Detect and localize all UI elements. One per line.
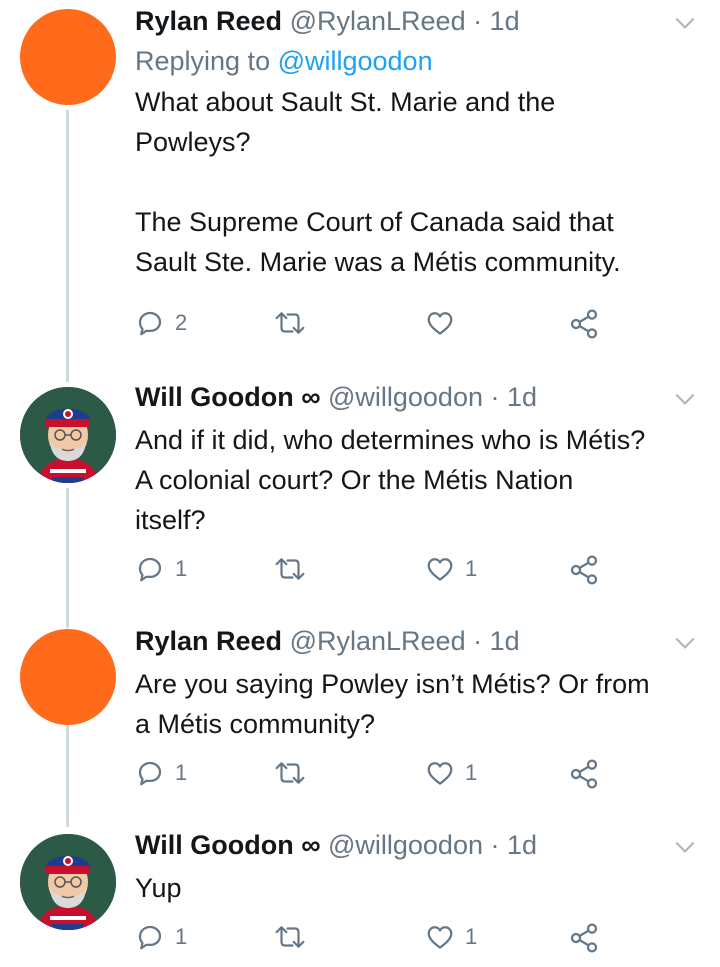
tweet-header: Will Goodon ∞ @willgoodon · 1d <box>135 828 700 862</box>
share-icon <box>570 923 598 953</box>
retweet-icon <box>275 926 305 948</box>
reply-count: 1 <box>175 924 188 949</box>
like-count: 1 <box>465 556 478 581</box>
chevron-down-icon[interactable] <box>672 834 698 860</box>
like-icon <box>427 926 453 949</box>
retweet-button[interactable] <box>273 758 317 788</box>
bitmoji-avatar-image <box>20 834 116 930</box>
retweet-icon <box>275 558 305 580</box>
tweet-header: Rylan Reed @RylanLReed · 1d <box>135 4 700 38</box>
like-button[interactable] <box>425 308 465 338</box>
like-icon <box>427 312 453 335</box>
timestamp[interactable]: 1d <box>507 382 537 412</box>
author-name[interactable]: Rylan Reed <box>135 6 282 36</box>
author-handle[interactable]: @willgoodon <box>328 382 483 412</box>
tweet-actions: 1 1 <box>135 554 605 594</box>
avatar[interactable] <box>20 834 116 930</box>
tweet-actions: 1 1 <box>135 922 605 962</box>
reply-count: 1 <box>175 760 188 785</box>
tweet-actions: 1 1 <box>135 758 605 798</box>
like-button[interactable]: 1 <box>425 922 477 952</box>
reply-icon <box>138 557 162 582</box>
tweet-text: What about Sault St. Marie and the Powle… <box>135 87 621 277</box>
like-icon <box>427 762 453 785</box>
share-icon <box>570 759 598 789</box>
bitmoji-avatar-image <box>20 387 116 483</box>
timestamp[interactable]: 1d <box>490 6 520 36</box>
share-icon <box>570 309 598 339</box>
separator: · <box>490 830 500 860</box>
like-icon <box>427 558 453 581</box>
avatar[interactable] <box>20 387 116 483</box>
retweet-button[interactable] <box>273 308 317 338</box>
tweet[interactable]: Rylan Reed @RylanLReed · 1d Are you sayi… <box>0 620 720 810</box>
avatar[interactable] <box>20 9 116 105</box>
tweet[interactable]: Will Goodon ∞ @willgoodon · 1d Yup 1 1 <box>0 824 720 967</box>
reply-count: 2 <box>175 310 188 335</box>
share-button[interactable] <box>568 308 600 340</box>
reply-button[interactable]: 2 <box>135 308 187 338</box>
like-count: 1 <box>465 760 478 785</box>
share-icon <box>570 555 598 585</box>
like-button[interactable]: 1 <box>425 554 477 584</box>
author-name[interactable]: Will Goodon ∞ <box>135 830 320 860</box>
reply-button[interactable]: 1 <box>135 922 187 952</box>
reply-button[interactable]: 1 <box>135 554 187 584</box>
chevron-down-icon[interactable] <box>672 10 698 36</box>
tweet-text: And if it did, who determines who is Mét… <box>135 425 646 535</box>
replying-to: Replying to @willgoodon <box>135 44 700 78</box>
like-count: 1 <box>465 924 478 949</box>
retweet-icon <box>275 762 305 784</box>
author-name[interactable]: Rylan Reed <box>135 626 282 656</box>
like-button[interactable]: 1 <box>425 758 477 788</box>
reply-icon <box>138 311 162 336</box>
tweet-text: Are you saying Powley isn’t Métis? Or fr… <box>135 669 650 739</box>
share-button[interactable] <box>568 758 600 790</box>
author-handle[interactable]: @willgoodon <box>328 830 483 860</box>
retweet-button[interactable] <box>273 554 317 584</box>
reply-icon <box>138 925 162 950</box>
author-name[interactable]: Will Goodon ∞ <box>135 382 320 412</box>
replying-to-label: Replying to <box>135 46 278 76</box>
retweet-button[interactable] <box>273 922 317 952</box>
tweet-actions: 2 <box>135 308 605 348</box>
tweet-header: Rylan Reed @RylanLReed · 1d <box>135 624 700 658</box>
tweet[interactable]: Will Goodon ∞ @willgoodon · 1d And if it… <box>0 372 720 612</box>
timestamp[interactable]: 1d <box>507 830 537 860</box>
chevron-down-icon[interactable] <box>672 386 698 412</box>
share-button[interactable] <box>568 922 600 954</box>
reply-count: 1 <box>175 556 188 581</box>
separator: · <box>490 382 500 412</box>
tweet[interactable]: Rylan Reed @RylanLReed · 1d Replying to … <box>0 0 720 370</box>
chevron-down-icon[interactable] <box>672 630 698 656</box>
retweet-icon <box>275 312 305 334</box>
tweet-text: Yup <box>135 873 182 903</box>
avatar[interactable] <box>20 629 116 725</box>
reply-button[interactable]: 1 <box>135 758 187 788</box>
share-button[interactable] <box>568 554 600 586</box>
separator: · <box>473 6 483 36</box>
author-handle[interactable]: @RylanLReed <box>290 626 466 656</box>
separator: · <box>473 626 483 656</box>
mention-link[interactable]: @willgoodon <box>278 46 433 76</box>
author-handle[interactable]: @RylanLReed <box>290 6 466 36</box>
timestamp[interactable]: 1d <box>490 626 520 656</box>
tweet-header: Will Goodon ∞ @willgoodon · 1d <box>135 380 700 414</box>
reply-icon <box>138 761 162 786</box>
